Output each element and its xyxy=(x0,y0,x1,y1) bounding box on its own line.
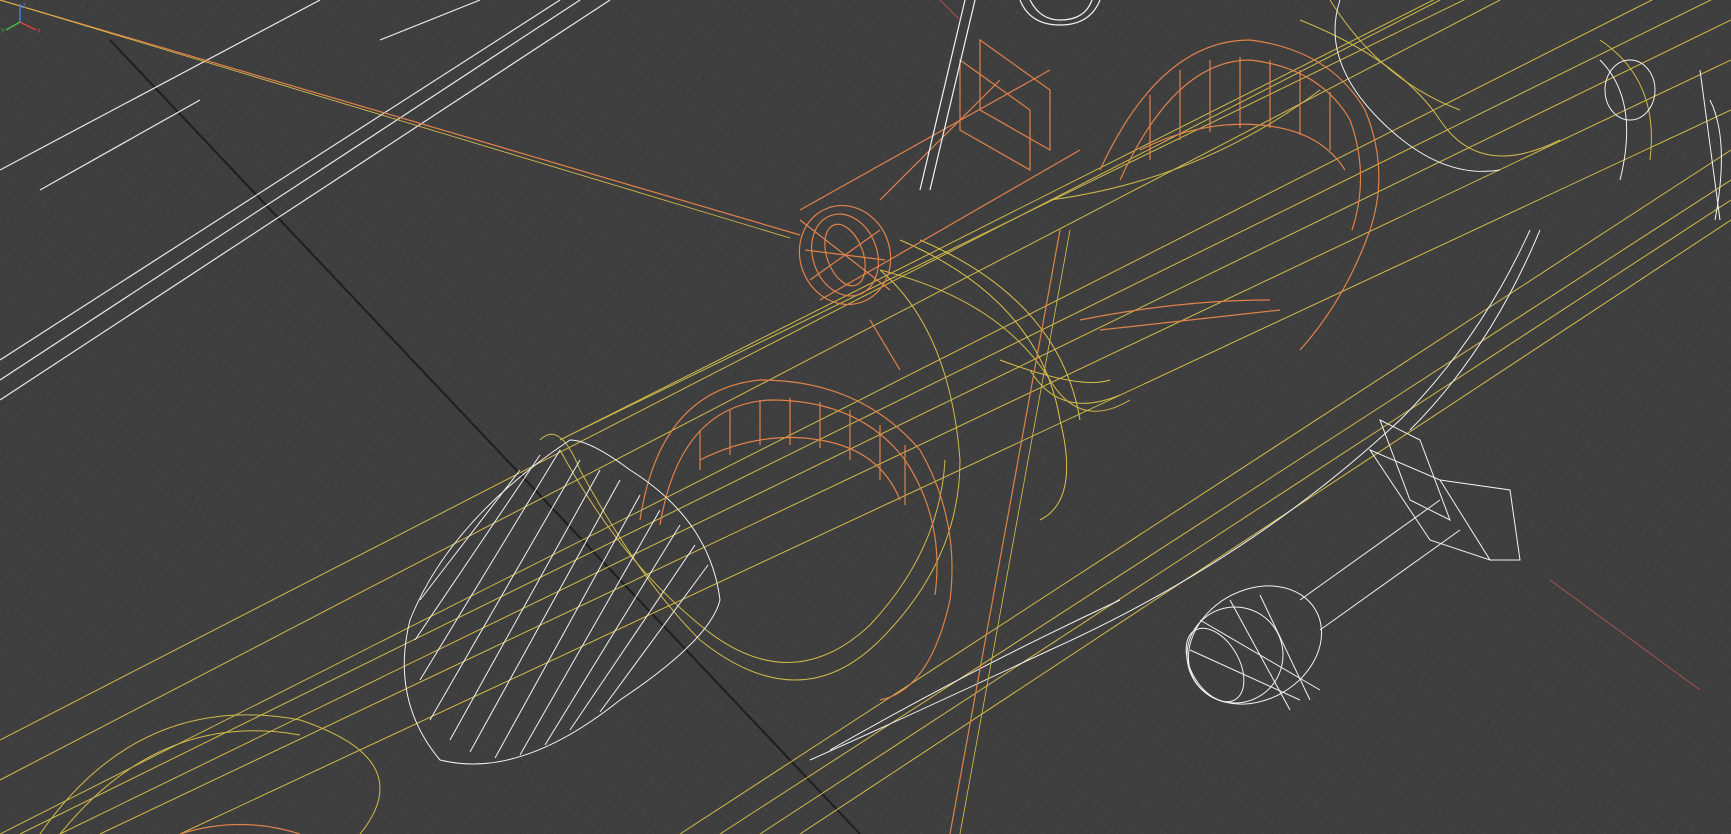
3d-viewport[interactable]: X Y Z xyxy=(0,0,1731,834)
xyz-axis-gizmo-icon[interactable]: X Y Z xyxy=(0,0,40,40)
y-axis-label: Y xyxy=(0,28,5,35)
x-axis-label: X xyxy=(37,28,40,35)
z-axis-label: Z xyxy=(22,3,26,10)
wireframe-scene xyxy=(0,0,1731,834)
x-axis-line xyxy=(19,21,37,31)
y-axis-line xyxy=(5,21,21,31)
